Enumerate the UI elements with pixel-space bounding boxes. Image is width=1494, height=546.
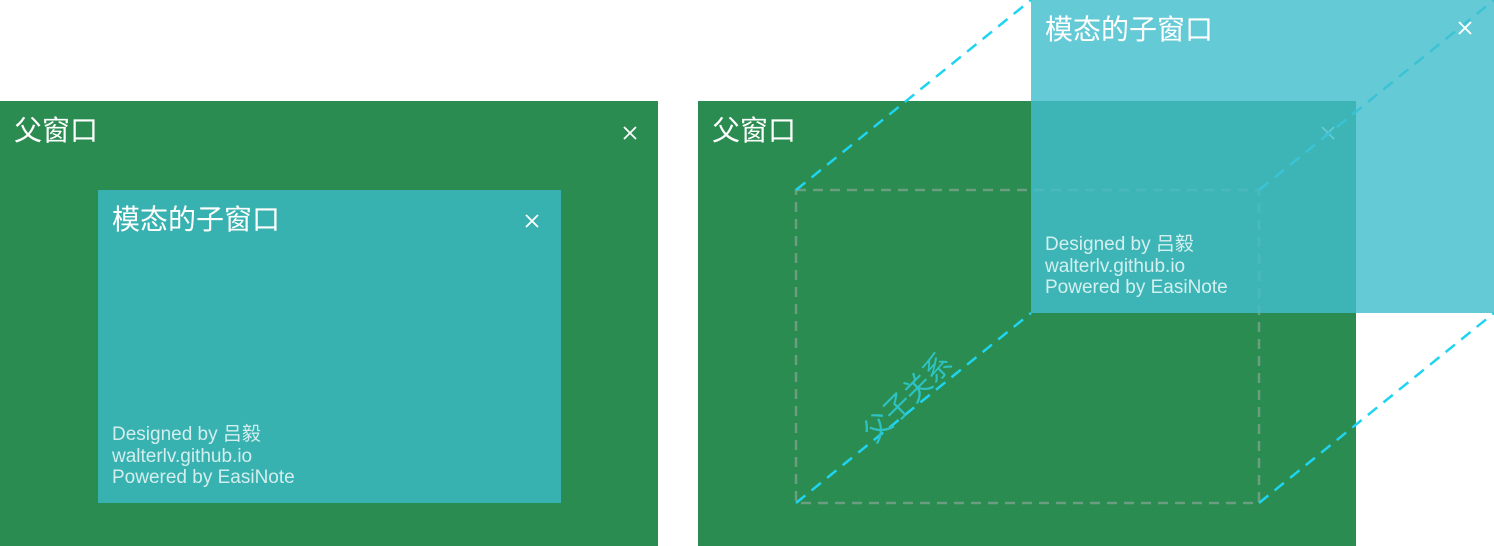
- right-child-credits: Designed by 吕毅 walterlv.github.io Powere…: [1045, 234, 1228, 299]
- connector-line-top-left: [795, 0, 1032, 191]
- connector-line-bottom-right: [1258, 312, 1494, 504]
- credit-website: walterlv.github.io: [1045, 255, 1186, 277]
- credit-designed-by: Designed by 吕毅: [1045, 234, 1194, 255]
- credit-powered-by: Powered by EasiNote: [1045, 277, 1228, 298]
- right-child-window: 模态的子窗口 Designed by 吕毅 walterlv.github.io…: [1031, 0, 1494, 313]
- right-child-title: 模态的子窗口: [1045, 13, 1214, 46]
- right-child-close-icon[interactable]: [1457, 20, 1473, 36]
